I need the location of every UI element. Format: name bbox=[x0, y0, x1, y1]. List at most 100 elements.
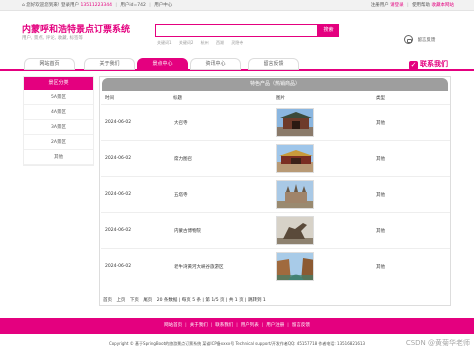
column-header-image: 图片 bbox=[276, 96, 285, 101]
hot-keyword[interactable]: 关键词1 bbox=[157, 40, 172, 45]
scenic-thumbnail[interactable] bbox=[276, 216, 314, 245]
top-bar-left: ⌂ 您好欢迎您到來! 登录用户 13511223344 | 用户id=742 |… bbox=[22, 0, 172, 11]
login-link[interactable]: 请登录 bbox=[390, 3, 404, 8]
row-type: 其他 bbox=[376, 193, 385, 198]
home-icon: ⌂ bbox=[22, 3, 25, 8]
nav-item-scenic[interactable]: 景点中心 bbox=[137, 58, 188, 70]
user-id: 用户id=742 bbox=[120, 3, 146, 8]
divider: | bbox=[407, 3, 409, 8]
row-date: 2024-06-02 bbox=[105, 228, 132, 233]
divider: | bbox=[261, 323, 264, 328]
search-button[interactable]: 搜索 bbox=[318, 24, 339, 37]
prev-page-link[interactable]: 上页 bbox=[116, 298, 125, 303]
row-date: 2024-06-02 bbox=[105, 192, 132, 197]
first-page-link[interactable]: 首页 bbox=[103, 298, 112, 303]
nav-item-home[interactable]: 网站首页 bbox=[24, 58, 75, 70]
divider: | bbox=[115, 3, 117, 8]
help-link[interactable]: 使用帮助 bbox=[412, 3, 430, 8]
welcome-text: 您好欢迎您到來! 登录用户 bbox=[26, 3, 80, 8]
csdn-watermark: CSDN @黄菊华老师 bbox=[405, 339, 470, 347]
pagoda-image bbox=[277, 181, 313, 208]
footer-link-contact[interactable]: 联系我们 bbox=[215, 323, 233, 328]
sidebar-item-4a[interactable]: 4A景区 bbox=[24, 105, 93, 120]
next-page-link[interactable]: 下页 bbox=[130, 298, 139, 303]
footer-link-users[interactable]: 用户列表 bbox=[241, 323, 259, 328]
table-row[interactable]: 2024-06-02 老牛湾黄河大峡谷旅游区 其他 bbox=[101, 248, 450, 284]
user-center-link[interactable]: 用户中心 bbox=[154, 3, 172, 8]
search-input[interactable] bbox=[155, 24, 318, 37]
message-label: 留言反馈 bbox=[417, 38, 436, 43]
column-header-title: 标题 bbox=[173, 96, 182, 101]
scenic-thumbnail[interactable] bbox=[276, 180, 314, 209]
row-title[interactable]: 大召寺 bbox=[174, 120, 188, 126]
sidebar-item-5a[interactable]: 5A景区 bbox=[24, 90, 93, 105]
divider: | bbox=[185, 323, 187, 328]
footer-link-home[interactable]: 网站首页 bbox=[164, 323, 182, 328]
canyon-image bbox=[277, 253, 313, 280]
row-type: 其他 bbox=[376, 157, 385, 162]
copyright-text: Copyright © 基于SpringBoot的旅游景点订票系统 某省ICP备… bbox=[108, 341, 366, 346]
main-nav: 网站首页 关于我们 景点中心 资讯中心 留言反馈 ✓ 联系我们 bbox=[0, 57, 474, 71]
row-type: 其他 bbox=[376, 265, 385, 270]
museum-dinosaur-image bbox=[277, 217, 313, 244]
row-type: 其他 bbox=[376, 121, 385, 126]
divider: | bbox=[149, 3, 151, 8]
hot-keyword[interactable]: 关键词2 bbox=[179, 40, 194, 45]
user-phone: 13511223344 bbox=[80, 3, 112, 8]
row-date: 2024-06-02 bbox=[105, 156, 132, 161]
contact-label: 联系我们 bbox=[420, 60, 448, 68]
nav-item-feedback[interactable]: 留言反馈 bbox=[248, 58, 299, 70]
row-title[interactable]: 内蒙古博物院 bbox=[174, 228, 201, 234]
sidebar-title: 景区分类 bbox=[24, 77, 93, 90]
top-bar: ⌂ 您好欢迎您到來! 登录用户 13511223344 | 用户id=742 |… bbox=[0, 0, 474, 11]
register-link[interactable]: 注册用户 bbox=[371, 3, 389, 8]
row-type: 其他 bbox=[376, 229, 385, 234]
footer-link-about[interactable]: 关于我们 bbox=[190, 323, 208, 328]
table-row[interactable]: 2024-06-02 席力图召 其他 bbox=[101, 140, 450, 176]
divider: | bbox=[210, 323, 213, 328]
footer-nav: 网站首页 | 关于我们 | 联系我们 | 用户列表 | 用户注册 | 留言反馈 bbox=[0, 318, 474, 334]
column-header-date: 时间 bbox=[105, 96, 114, 101]
row-title[interactable]: 五塔寺 bbox=[174, 192, 188, 198]
site-subtitle: 用户, 景点, 评论, 收藏, 标签等 bbox=[22, 36, 83, 41]
temple-gate-image bbox=[277, 109, 313, 136]
temple-image bbox=[277, 145, 313, 172]
scenic-thumbnail[interactable] bbox=[276, 108, 314, 137]
nav-item-about[interactable]: 关于我们 bbox=[84, 58, 135, 70]
sidebar-item-2a[interactable]: 2A景区 bbox=[24, 135, 93, 150]
table-row[interactable]: 2024-06-02 内蒙古博物院 其他 bbox=[101, 212, 450, 248]
contact-link[interactable]: ✓ 联系我们 bbox=[409, 58, 448, 70]
hot-keywords: 关键词1 关键词2 杭州 西湖 灵隐寺 bbox=[157, 40, 249, 46]
hot-keyword[interactable]: 西湖 bbox=[216, 40, 224, 45]
sidebar-item-other[interactable]: 其他 bbox=[24, 150, 93, 165]
sidebar-item-3a[interactable]: 3A景区 bbox=[24, 120, 93, 135]
pagination: 首页 上页 下页 尾页 20 条数据 | 每页 5 条 | 第 1/5 页 | … bbox=[103, 297, 269, 303]
nav-item-news[interactable]: 资讯中心 bbox=[190, 58, 241, 70]
category-sidebar: 景区分类 5A景区 4A景区 3A景区 2A景区 其他 bbox=[23, 76, 94, 166]
last-page-link[interactable]: 尾页 bbox=[143, 298, 152, 303]
scenic-thumbnail[interactable] bbox=[276, 144, 314, 173]
top-bar-right: 注册用户 请登录 | 使用帮助 收藏本网站 bbox=[371, 0, 454, 11]
hot-keyword[interactable]: 杭州 bbox=[201, 40, 209, 45]
favorite-link[interactable]: 收藏本网站 bbox=[432, 3, 455, 8]
row-title[interactable]: 席力图召 bbox=[174, 156, 192, 162]
table-row[interactable]: 2024-06-02 大召寺 其他 bbox=[101, 104, 450, 140]
hot-keyword[interactable]: 灵隐寺 bbox=[231, 40, 243, 45]
list-title: 特色产品（热销商品） bbox=[102, 78, 448, 91]
check-icon: ✓ bbox=[409, 61, 418, 70]
row-date: 2024-06-02 bbox=[105, 264, 132, 269]
pagination-info: 20 条数据 | 每页 5 条 | 第 1/5 页 | 共 1 页 | 跳转到 … bbox=[156, 298, 266, 303]
chat-icon bbox=[404, 35, 413, 44]
row-date: 2024-06-02 bbox=[105, 120, 132, 125]
divider: | bbox=[287, 323, 289, 328]
column-header-type: 类型 bbox=[376, 96, 385, 101]
footer-link-register[interactable]: 用户注册 bbox=[266, 323, 284, 328]
footer-link-feedback[interactable]: 留言反馈 bbox=[292, 323, 310, 328]
message-link[interactable]: 留言反馈 bbox=[404, 35, 435, 44]
table-row[interactable]: 2024-06-02 五塔寺 其他 bbox=[101, 176, 450, 212]
site-title: 内蒙呼和浩特景点订票系统 bbox=[22, 25, 131, 35]
header: 内蒙呼和浩特景点订票系统 用户, 景点, 评论, 收藏, 标签等 搜索 关键词1… bbox=[0, 12, 474, 56]
scenic-thumbnail[interactable] bbox=[276, 252, 314, 281]
product-list: 特色产品（热销商品） 时间 标题 图片 类型 2024-06-02 大召寺 其他… bbox=[99, 76, 451, 306]
row-title[interactable]: 老牛湾黄河大峡谷旅游区 bbox=[174, 264, 224, 270]
